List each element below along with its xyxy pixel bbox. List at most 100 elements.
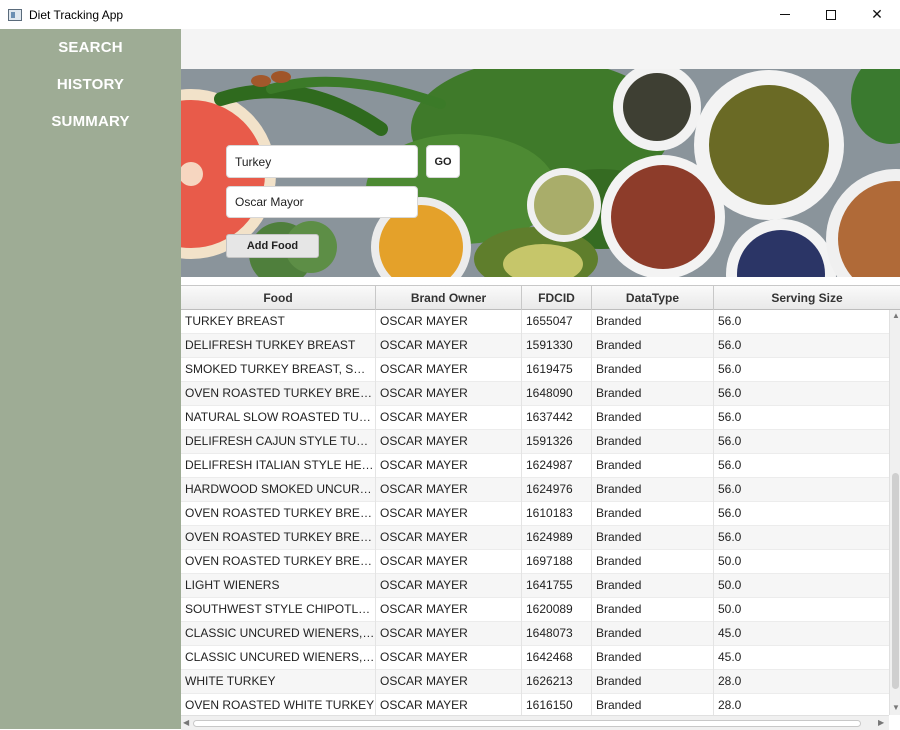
scroll-up-icon[interactable]: ▲ xyxy=(892,311,900,320)
table-row[interactable]: HARDWOOD SMOKED UNCURE... OSCAR MAYER 1624… xyxy=(181,478,889,502)
cell-datatype: Branded xyxy=(592,478,714,502)
cell-serving-size: 56.0 xyxy=(718,386,742,400)
vertical-scroll-thumb[interactable] xyxy=(892,473,899,689)
table-row[interactable]: CLASSIC UNCURED WIENERS, CL... OSCAR MAYE… xyxy=(181,646,889,670)
table-row[interactable]: SMOKED TURKEY BREAST, SMOK... OSCAR MAYER… xyxy=(181,358,889,382)
cell-datatype: Branded xyxy=(592,526,714,550)
cell-datatype: Branded xyxy=(592,310,714,334)
column-header-fdcid[interactable]: FDCID xyxy=(522,286,592,310)
table-row[interactable]: DELIFRESH ITALIAN STYLE HERB ... OSCAR MA… xyxy=(181,454,889,478)
table-row[interactable]: SOUTHWEST STYLE CHIPOTLE D... OSCAR MAYER… xyxy=(181,598,889,622)
cell-fdcid: 1624987 xyxy=(522,454,592,478)
scroll-left-icon[interactable]: ◀ xyxy=(183,718,189,727)
top-strip xyxy=(181,29,900,69)
cell-fdcid: 1642468 xyxy=(522,646,592,670)
cell-food: OVEN ROASTED TURKEY BREAST ... xyxy=(181,550,376,574)
cell-serving-size: 50.0 xyxy=(718,578,742,592)
food-banner-image: Turkey GO Oscar Mayor Add Food xyxy=(181,69,900,277)
cell-fdcid: 1626213 xyxy=(522,670,592,694)
cell-datatype: Branded xyxy=(592,646,714,670)
table-row[interactable]: WHITE TURKEY OSCAR MAYER 1626213 Branded 28.… xyxy=(181,670,889,694)
app-icon xyxy=(8,8,22,21)
cell-serving-size: 45.0 xyxy=(718,626,742,640)
cell-datatype: Branded xyxy=(592,694,714,715)
cell-fdcid: 1641755 xyxy=(522,574,592,598)
brand-search-input[interactable]: Oscar Mayor xyxy=(226,186,418,218)
cell-brand-owner: OSCAR MAYER xyxy=(376,310,522,334)
add-food-button[interactable]: Add Food xyxy=(226,234,319,258)
cell-fdcid: 1619475 xyxy=(522,358,592,382)
cell-brand-owner: OSCAR MAYER xyxy=(376,598,522,622)
column-header-serving-size[interactable]: Serving Size xyxy=(714,286,900,310)
cell-datatype: Branded xyxy=(592,670,714,694)
cell-datatype: Branded xyxy=(592,382,714,406)
cell-datatype: Branded xyxy=(592,334,714,358)
cell-serving-size: 56.0 xyxy=(718,314,742,328)
cell-brand-owner: OSCAR MAYER xyxy=(376,430,522,454)
cell-brand-owner: OSCAR MAYER xyxy=(376,694,522,715)
cell-fdcid: 1620089 xyxy=(522,598,592,622)
cell-serving-size: 56.0 xyxy=(718,530,742,544)
cell-datatype: Branded xyxy=(592,622,714,646)
column-header-brand-owner[interactable]: Brand Owner xyxy=(376,286,522,310)
cell-fdcid: 1616150 xyxy=(522,694,592,715)
cell-fdcid: 1648073 xyxy=(522,622,592,646)
table-row[interactable]: LIGHT WIENERS OSCAR MAYER 1641755 Branded 50… xyxy=(181,574,889,598)
horizontal-scrollbar[interactable]: ◀ ▶ xyxy=(181,715,889,730)
cell-fdcid: 1610183 xyxy=(522,502,592,526)
cell-food: CLASSIC UNCURED WIENERS, CL... xyxy=(181,646,376,670)
cell-serving-size: 50.0 xyxy=(718,554,742,568)
food-results-table: Food Brand Owner FDCID DataType Serving … xyxy=(181,285,900,730)
table-row[interactable]: OVEN ROASTED TURKEY BREAST ... OSCAR MAYE… xyxy=(181,502,889,526)
cell-food: OVEN ROASTED TURKEY BREAST ... xyxy=(181,502,376,526)
cell-serving-size: 50.0 xyxy=(718,602,742,616)
table-row[interactable]: DELIFRESH TURKEY BREAST OSCAR MAYER 159133… xyxy=(181,334,889,358)
column-header-datatype[interactable]: DataType xyxy=(592,286,714,310)
cell-serving-size: 56.0 xyxy=(718,506,742,520)
cell-food: WHITE TURKEY xyxy=(181,670,376,694)
cell-datatype: Branded xyxy=(592,598,714,622)
cell-brand-owner: OSCAR MAYER xyxy=(376,406,522,430)
table-body: TURKEY BREAST OSCAR MAYER 1655047 Branded 56… xyxy=(181,310,889,715)
cell-food: HARDWOOD SMOKED UNCURE... xyxy=(181,478,376,502)
cell-brand-owner: OSCAR MAYER xyxy=(376,550,522,574)
cell-food: OVEN ROASTED WHITE TURKEY xyxy=(181,694,376,715)
cell-brand-owner: OSCAR MAYER xyxy=(376,382,522,406)
sidebar-item-summary[interactable]: SUMMARY xyxy=(0,113,181,130)
sidebar-item-search[interactable]: SEARCH xyxy=(0,39,181,56)
go-button[interactable]: GO xyxy=(426,145,460,178)
column-header-food[interactable]: Food xyxy=(181,286,376,310)
cell-serving-size: 56.0 xyxy=(718,458,742,472)
minimize-button[interactable] xyxy=(762,0,808,29)
cell-food: DELIFRESH CAJUN STYLE TURKEY... xyxy=(181,430,376,454)
table-row[interactable]: CLASSIC UNCURED WIENERS, CL... OSCAR MAYE… xyxy=(181,622,889,646)
maximize-button[interactable] xyxy=(808,0,854,29)
table-row[interactable]: TURKEY BREAST OSCAR MAYER 1655047 Branded 56… xyxy=(181,310,889,334)
vertical-scrollbar[interactable]: ▲ ▼ xyxy=(889,310,900,715)
cell-brand-owner: OSCAR MAYER xyxy=(376,574,522,598)
cell-food: NATURAL SLOW ROASTED TURK... xyxy=(181,406,376,430)
table-row[interactable]: NATURAL SLOW ROASTED TURK... OSCAR MAYER 1… xyxy=(181,406,889,430)
sidebar-item-history[interactable]: HISTORY xyxy=(0,76,181,93)
table-row[interactable]: OVEN ROASTED WHITE TURKEY OSCAR MAYER 1616… xyxy=(181,694,889,715)
cell-brand-owner: OSCAR MAYER xyxy=(376,670,522,694)
cell-brand-owner: OSCAR MAYER xyxy=(376,502,522,526)
table-row[interactable]: OVEN ROASTED TURKEY BREAST,... OSCAR MAYE… xyxy=(181,526,889,550)
table-row[interactable]: DELIFRESH CAJUN STYLE TURKEY...OSCAR MAY… xyxy=(181,430,889,454)
cell-datatype: Branded xyxy=(592,406,714,430)
cell-food: SOUTHWEST STYLE CHIPOTLE D... xyxy=(181,598,376,622)
scroll-down-icon[interactable]: ▼ xyxy=(892,703,900,712)
sidebar: SEARCH HISTORY SUMMARY xyxy=(0,29,181,729)
cell-serving-size: 56.0 xyxy=(718,410,742,424)
cell-serving-size: 56.0 xyxy=(718,482,742,496)
table-row[interactable]: OVEN ROASTED TURKEY BREAST OSCAR MAYER 164… xyxy=(181,382,889,406)
food-search-input[interactable]: Turkey xyxy=(226,145,418,178)
cell-serving-size: 56.0 xyxy=(718,338,742,352)
scroll-right-icon[interactable]: ▶ xyxy=(878,718,884,727)
cell-fdcid: 1624989 xyxy=(522,526,592,550)
table-row[interactable]: OVEN ROASTED TURKEY BREAST ... OSCAR MAYE… xyxy=(181,550,889,574)
horizontal-scroll-thumb[interactable] xyxy=(193,720,861,727)
cell-brand-owner: OSCAR MAYER xyxy=(376,454,522,478)
close-button[interactable]: ✕ xyxy=(854,0,900,29)
cell-food: SMOKED TURKEY BREAST, SMOK... xyxy=(181,358,376,382)
